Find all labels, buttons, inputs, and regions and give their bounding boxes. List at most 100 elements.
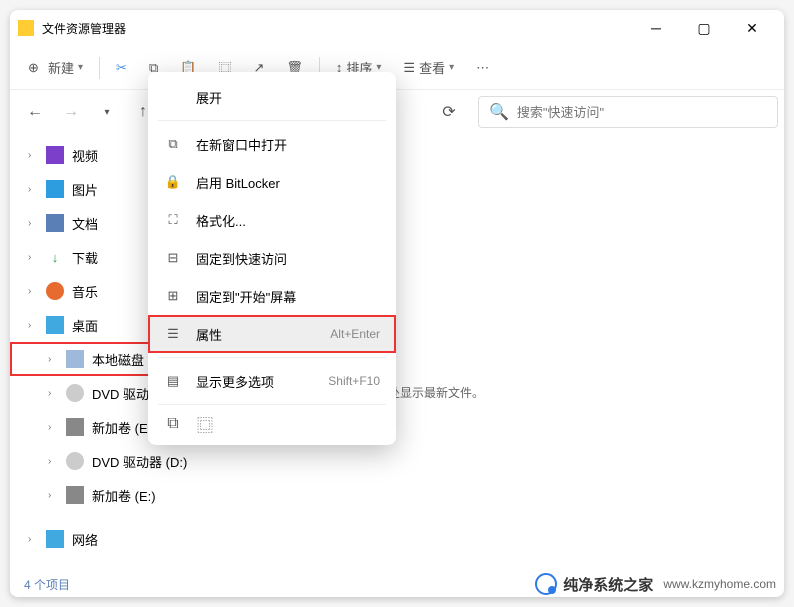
- properties-icon: ☰: [164, 325, 182, 343]
- blank-icon: [164, 88, 182, 106]
- view-icon: ☰: [403, 60, 415, 76]
- rename-icon[interactable]: ⿴: [196, 415, 214, 433]
- scissors-icon: ✂: [116, 60, 127, 76]
- pictures-icon: [46, 180, 64, 198]
- drive-icon: [66, 418, 84, 436]
- view-label: 查看: [419, 58, 445, 77]
- ctx-open-new-window[interactable]: ⧉ 在新窗口中打开: [148, 125, 396, 163]
- chevron-right-icon: ›: [28, 218, 38, 229]
- ctx-properties[interactable]: ☰ 属性 Alt+Enter: [148, 315, 396, 353]
- chevron-right-icon: ›: [48, 490, 58, 501]
- lock-icon: 🔒: [164, 173, 182, 191]
- ctx-more-options[interactable]: ▤ 显示更多选项 Shift+F10: [148, 362, 396, 400]
- ctx-shortcut: Alt+Enter: [330, 327, 380, 341]
- search-icon: 🔍: [489, 102, 509, 122]
- ellipsis-icon: ⋯: [476, 60, 489, 76]
- watermark-url: www.kzmyhome.com: [663, 577, 776, 591]
- ctx-label: 展开: [196, 88, 222, 107]
- network-icon: [46, 530, 64, 548]
- watermark: 纯净系统之家 www.kzmyhome.com: [535, 573, 776, 595]
- music-icon: [46, 282, 64, 300]
- chevron-right-icon: ›: [28, 252, 38, 263]
- view-button[interactable]: ☰ 查看 ▾: [395, 52, 462, 84]
- sidebar-item-label: 桌面: [72, 316, 98, 335]
- download-icon: ↓: [46, 248, 64, 266]
- watermark-name: 纯净系统之家: [563, 574, 653, 595]
- item-count: 4 个项目: [24, 576, 70, 593]
- ctx-label: 固定到快速访问: [196, 249, 287, 268]
- minimize-button[interactable]: ─: [636, 13, 676, 43]
- maximize-button[interactable]: ▢: [684, 13, 724, 43]
- document-icon: [46, 214, 64, 232]
- pin-start-icon: ⊞: [164, 287, 182, 305]
- ctx-icons-row: ⧉ ⿴: [148, 409, 396, 439]
- sidebar-item-network[interactable]: › 网络: [10, 522, 240, 556]
- chevron-right-icon: ›: [48, 422, 58, 433]
- context-menu: 展开 ⧉ 在新窗口中打开 🔒 启用 BitLocker ⛶ 格式化... ⊟ 固…: [148, 72, 396, 445]
- new-window-icon: ⧉: [164, 135, 182, 153]
- chevron-right-icon: ›: [48, 456, 58, 467]
- separator: [158, 404, 386, 405]
- file-explorer-window: 文件资源管理器 ─ ▢ ✕ ⊕ 新建 ▾ ✂ ⧉ 📋 ⿴ ↗ 🗑 ↕ 排序 ▾ …: [10, 10, 784, 597]
- ctx-label: 格式化...: [196, 211, 246, 230]
- navigation-bar: ← → ▾ ↑ ⟳ 🔍: [10, 90, 784, 134]
- sidebar-item-new-volume-e-2[interactable]: › 新加卷 (E:): [10, 478, 240, 512]
- chevron-right-icon: ›: [28, 534, 38, 545]
- separator: [99, 57, 100, 79]
- sidebar-item-label: DVD 驱动器 (D:): [92, 452, 187, 471]
- sidebar-item-label: 网络: [72, 530, 98, 549]
- ctx-bitlocker[interactable]: 🔒 启用 BitLocker: [148, 163, 396, 201]
- chevron-right-icon: ›: [48, 354, 58, 365]
- ctx-expand[interactable]: 展开: [148, 78, 396, 116]
- more-button[interactable]: ⋯: [468, 52, 497, 84]
- chevron-down-icon: ▾: [78, 62, 83, 73]
- copy-icon[interactable]: ⧉: [164, 415, 182, 433]
- ctx-label: 固定到"开始"屏幕: [196, 287, 296, 306]
- sidebar-item-label: 视频: [72, 146, 98, 165]
- format-icon: ⛶: [164, 211, 182, 229]
- search-box[interactable]: 🔍: [478, 96, 778, 128]
- pin-icon: ⊟: [164, 249, 182, 267]
- more-icon: ▤: [164, 372, 182, 390]
- chevron-right-icon: ›: [48, 388, 58, 399]
- desktop-icon: [46, 316, 64, 334]
- chevron-right-icon: ›: [28, 184, 38, 195]
- dvd-icon: [66, 384, 84, 402]
- forward-button[interactable]: →: [56, 97, 86, 127]
- ctx-shortcut: Shift+F10: [328, 374, 380, 388]
- watermark-icon: [535, 573, 557, 595]
- ctx-label: 启用 BitLocker: [196, 173, 280, 192]
- plus-icon: ⊕: [28, 60, 44, 76]
- search-input[interactable]: [517, 105, 767, 120]
- ctx-label: 属性: [196, 325, 222, 344]
- new-button[interactable]: ⊕ 新建 ▾: [20, 52, 91, 84]
- sidebar-item-label: 新加卷 (E:): [92, 486, 156, 505]
- ctx-label: 在新窗口中打开: [196, 135, 287, 154]
- drive-icon: [66, 350, 84, 368]
- ctx-pin-quick-access[interactable]: ⊟ 固定到快速访问: [148, 239, 396, 277]
- chevron-right-icon: ›: [28, 286, 38, 297]
- sidebar-item-label: 音乐: [72, 282, 98, 301]
- sidebar-item-dvd-drive-d-2[interactable]: › DVD 驱动器 (D:): [10, 444, 240, 478]
- up-button[interactable]: ▾: [92, 97, 122, 127]
- chevron-down-icon: ▾: [449, 62, 454, 73]
- refresh-button[interactable]: ⟳: [434, 97, 464, 127]
- video-icon: [46, 146, 64, 164]
- back-button[interactable]: ←: [20, 97, 50, 127]
- sidebar-item-label: 新加卷 (E:): [92, 418, 156, 437]
- new-label: 新建: [48, 58, 74, 77]
- chevron-right-icon: ›: [28, 320, 38, 331]
- chevron-right-icon: ›: [28, 150, 38, 161]
- ctx-label: 显示更多选项: [196, 372, 274, 391]
- window-title: 文件资源管理器: [42, 20, 636, 37]
- cut-button[interactable]: ✂: [108, 52, 135, 84]
- window-controls: ─ ▢ ✕: [636, 13, 772, 43]
- separator: [158, 357, 386, 358]
- titlebar: 文件资源管理器 ─ ▢ ✕: [10, 10, 784, 46]
- ctx-pin-start[interactable]: ⊞ 固定到"开始"屏幕: [148, 277, 396, 315]
- separator: [158, 120, 386, 121]
- sidebar-item-label: 文档: [72, 214, 98, 233]
- close-button[interactable]: ✕: [732, 13, 772, 43]
- ctx-format[interactable]: ⛶ 格式化...: [148, 201, 396, 239]
- explorer-icon: [18, 20, 34, 36]
